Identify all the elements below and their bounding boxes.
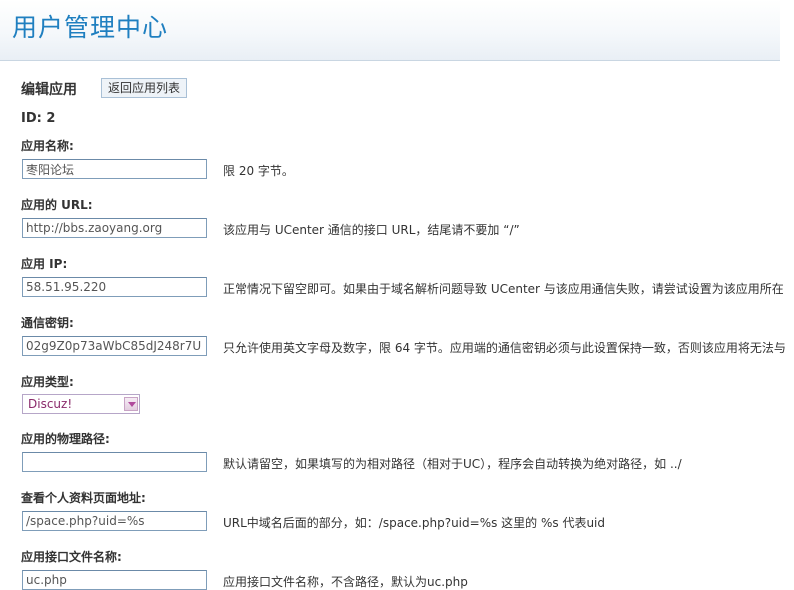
app-url-input[interactable] xyxy=(22,218,207,238)
app-type-label: 应用类型: xyxy=(21,375,74,389)
page-title: 编辑应用 xyxy=(21,82,77,98)
app-viewpro-hint: URL中域名后面的部分，如：/space.php?uid=%s 这里的 %s 代… xyxy=(223,516,605,530)
app-apifile-hint: 应用接口文件名称，不含路径，默认为uc.php xyxy=(223,575,468,589)
app-apifile-input[interactable] xyxy=(22,570,207,590)
back-to-app-list-button[interactable]: 返回应用列表 xyxy=(101,78,187,98)
edit-app-form: 编辑应用 返回应用列表 ID: 2 应用名称: 限 20 字节。 应用的 URL… xyxy=(0,61,794,590)
app-viewpro-label: 查看个人资料页面地址: xyxy=(21,491,146,505)
app-type-select[interactable]: Discuz! xyxy=(22,394,140,414)
app-name-hint: 限 20 字节。 xyxy=(223,164,294,178)
app-ip-label: 应用 IP: xyxy=(21,257,68,271)
app-url-label: 应用的 URL: xyxy=(21,198,93,212)
app-authkey-hint: 只允许使用英文字母及数字，限 64 字节。应用端的通信密钥必须与此设置保持一致，… xyxy=(223,341,786,355)
app-authkey-label: 通信密钥: xyxy=(21,316,74,330)
app-title: 用户管理中心 xyxy=(12,13,169,42)
app-type-selected-value: Discuz! xyxy=(28,397,73,411)
app-path-hint: 默认请留空，如果填写的为相对路径（相对于UC），程序会自动转换为绝对路径，如 .… xyxy=(223,457,682,471)
chevron-down-icon[interactable] xyxy=(124,397,138,411)
app-name-input[interactable] xyxy=(22,159,207,179)
app-ip-hint: 正常情况下留空即可。如果由于域名解析问题导致 UCenter 与该应用通信失败，… xyxy=(223,282,784,296)
app-id-label: ID: 2 xyxy=(21,111,56,126)
app-ip-input[interactable] xyxy=(22,277,207,297)
app-path-input[interactable] xyxy=(22,452,207,472)
app-path-label: 应用的物理路径: xyxy=(21,432,110,446)
app-header: 用户管理中心 xyxy=(0,0,780,61)
app-apifile-label: 应用接口文件名称: xyxy=(21,550,122,564)
app-viewpro-input[interactable] xyxy=(22,511,207,531)
app-name-label: 应用名称: xyxy=(21,139,74,153)
app-url-hint: 该应用与 UCenter 通信的接口 URL，结尾请不要加 “/” xyxy=(223,223,520,237)
app-authkey-input[interactable] xyxy=(22,336,207,356)
